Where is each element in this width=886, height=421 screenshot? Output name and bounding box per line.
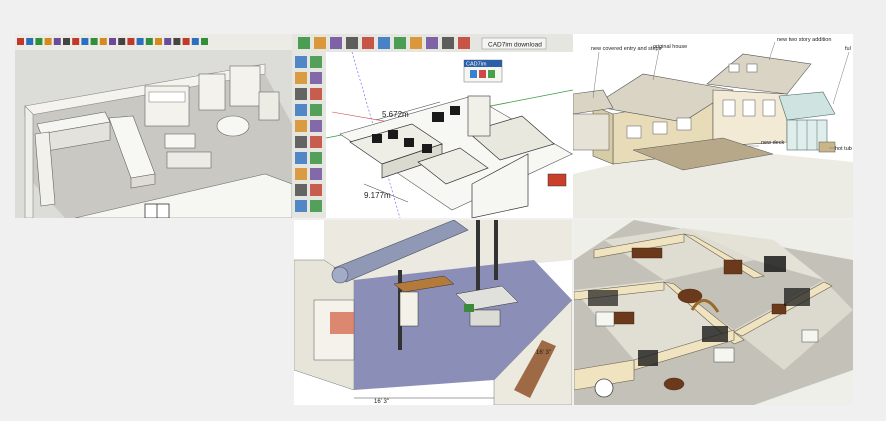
select-icon[interactable]	[298, 37, 310, 49]
walk-tool-icon[interactable]	[295, 184, 307, 196]
pencil-tool-icon[interactable]	[295, 72, 307, 84]
orbit-tool-icon[interactable]	[310, 152, 322, 164]
eraser-icon[interactable]	[26, 38, 34, 45]
rectangle-icon[interactable]	[63, 38, 70, 45]
look-tool-icon[interactable]	[310, 184, 322, 196]
callout-addition: new two story addition	[777, 37, 831, 43]
dimension-right: 16' 3"	[536, 350, 551, 356]
arc-tool-icon[interactable]	[310, 72, 322, 84]
dimension-icon[interactable]	[145, 38, 153, 45]
circle-icon[interactable]	[72, 38, 80, 45]
rotate-tool-icon[interactable]	[295, 120, 307, 132]
callout-original-house: original house	[653, 44, 687, 50]
pan-tool-icon[interactable]	[295, 168, 307, 180]
circle-tool-icon[interactable]	[310, 88, 322, 100]
select-tool-icon[interactable]	[295, 56, 307, 68]
paint-icon[interactable]	[35, 38, 43, 45]
text-icon[interactable]	[164, 38, 172, 45]
popup-title: CAD7im	[466, 62, 487, 68]
shade-icon[interactable]	[362, 37, 374, 49]
scale-icon[interactable]	[118, 38, 126, 45]
office-model-view: CAD7im download CAD7im 5.672m 9.177m	[292, 34, 573, 218]
cad-download-label: CAD7im download	[488, 42, 542, 49]
screenshot-tile-sketchup-office: CAD7im download CAD7im 5.672m 9.177m	[292, 34, 573, 218]
wireframe-icon[interactable]	[346, 37, 358, 49]
tape-icon[interactable]	[136, 38, 144, 45]
cube-icon[interactable]	[330, 37, 342, 49]
close-icon[interactable]	[442, 37, 454, 49]
dimension-label-width: 5.672m	[382, 110, 409, 119]
push-tool-icon[interactable]	[295, 104, 307, 116]
screenshot-tile-house-plan	[574, 220, 853, 405]
arc-icon[interactable]	[53, 38, 61, 45]
section-tool-icon[interactable]	[295, 200, 307, 212]
undo-icon[interactable]	[378, 37, 390, 49]
house-plan-model-view	[574, 220, 853, 405]
screenshot-tile-house-exterior: new covered entry and steps original hou…	[573, 34, 853, 218]
box-icon[interactable]	[314, 37, 326, 49]
follow-me-icon[interactable]	[109, 38, 116, 45]
screenshot-tile-sketchup-kitchen	[15, 34, 292, 218]
orbit-icon[interactable]	[182, 38, 190, 45]
move-tool-icon[interactable]	[310, 104, 322, 116]
pan-icon[interactable]	[191, 38, 199, 45]
house-model-view: new covered entry and steps original hou…	[573, 34, 853, 218]
callout-full: ful	[845, 46, 851, 52]
text-tool-icon[interactable]	[295, 152, 307, 164]
eraser-icon[interactable]	[394, 37, 406, 49]
paint-tool-icon[interactable]	[310, 56, 322, 68]
zoom-extents-icon[interactable]	[426, 37, 438, 49]
move-icon[interactable]	[81, 38, 89, 45]
offset-tool-icon[interactable]	[295, 136, 307, 148]
scale-tool-icon[interactable]	[310, 120, 322, 132]
protractor-icon[interactable]	[155, 38, 162, 45]
axes-icon[interactable]	[173, 38, 181, 45]
dimension-label-length: 9.177m	[364, 191, 391, 200]
zoom-tool-icon[interactable]	[310, 168, 322, 180]
select-icon[interactable]	[17, 38, 24, 45]
zoom-icon[interactable]	[410, 37, 422, 49]
kitchen-model-view	[15, 34, 292, 218]
dimension-bottom: 16' 3"	[374, 399, 389, 405]
line-icon[interactable]	[44, 38, 52, 45]
callout-covered-entry: new covered entry and steps	[591, 46, 662, 52]
rect-tool-icon[interactable]	[295, 88, 307, 100]
offset-icon[interactable]	[127, 38, 135, 45]
zoom-icon[interactable]	[201, 38, 208, 45]
rotate-icon[interactable]	[99, 38, 107, 45]
callout-hot-tub: hot tub	[835, 146, 852, 152]
screenshot-tile-workshop: 16' 3" 16' 3"	[294, 220, 572, 405]
push-pull-icon[interactable]	[90, 38, 98, 45]
callout-new-deck: new deck	[761, 140, 784, 146]
settings-icon[interactable]	[458, 37, 470, 49]
axes-tool-icon[interactable]	[310, 200, 322, 212]
tape-tool-icon[interactable]	[310, 136, 322, 148]
workshop-model-view: 16' 3" 16' 3"	[294, 220, 572, 405]
